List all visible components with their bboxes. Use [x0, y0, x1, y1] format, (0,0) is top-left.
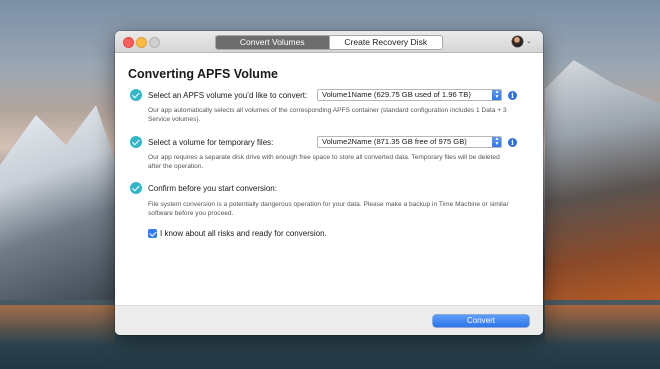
- step2-info-icon[interactable]: i: [508, 138, 517, 147]
- chevron-down-icon[interactable]: ⌄: [526, 36, 532, 47]
- temp-volume-select-value: Volume2Name (871.35 GB free of 975 GB): [322, 137, 467, 146]
- step1-label: Select an APFS volume you’d like to conv…: [148, 91, 308, 100]
- tab-create-recovery-disk[interactable]: Create Recovery Disk: [328, 36, 443, 49]
- step2-label: Select a volume for temporary files:: [148, 138, 274, 147]
- page-title: Converting APFS Volume: [128, 67, 279, 81]
- tab-convert-volumes[interactable]: Convert Volumes: [216, 36, 329, 49]
- step3-label: Confirm before you start conversion:: [148, 184, 277, 193]
- app-window: Convert Volumes Create Recovery Disk ⌄ C…: [115, 31, 543, 335]
- step1-description: Our app automatically selects all volume…: [148, 107, 507, 123]
- select-stepper-icon: ▲ ▼: [492, 90, 501, 100]
- apfs-volume-select-value: Volume1Name (629.75 GB used of 1.96 TB): [322, 90, 471, 99]
- step2-description: Our app requires a separate disk drive w…: [148, 154, 500, 170]
- footer-bar: Convert: [115, 305, 543, 335]
- minimize-window-button[interactable]: [136, 37, 147, 48]
- step3-description: File system conversion is a potentially …: [148, 201, 509, 217]
- temp-volume-select[interactable]: Volume2Name (871.35 GB free of 975 GB) ▲…: [317, 136, 502, 148]
- mode-segmented-control: Convert Volumes Create Recovery Disk: [215, 35, 443, 50]
- convert-button[interactable]: Convert: [433, 315, 529, 327]
- step3-check-icon: [130, 182, 142, 194]
- user-avatar[interactable]: [512, 36, 523, 47]
- step1-check-icon: [130, 89, 142, 101]
- step1-info-icon[interactable]: i: [508, 91, 517, 100]
- close-window-button[interactable]: [123, 37, 134, 48]
- risk-confirm-checkbox[interactable]: [148, 229, 157, 238]
- select-stepper-icon: ▲ ▼: [492, 137, 501, 147]
- step2-check-icon: [130, 136, 142, 148]
- zoom-window-button[interactable]: [149, 37, 160, 48]
- title-bar: Convert Volumes Create Recovery Disk ⌄: [115, 31, 543, 53]
- risk-confirm-label[interactable]: I know about all risks and ready for con…: [160, 229, 327, 238]
- wallpaper-mountain-right: [545, 60, 660, 300]
- apfs-volume-select[interactable]: Volume1Name (629.75 GB used of 1.96 TB) …: [317, 89, 502, 101]
- main-content: Converting APFS Volume Select an APFS vo…: [115, 53, 543, 305]
